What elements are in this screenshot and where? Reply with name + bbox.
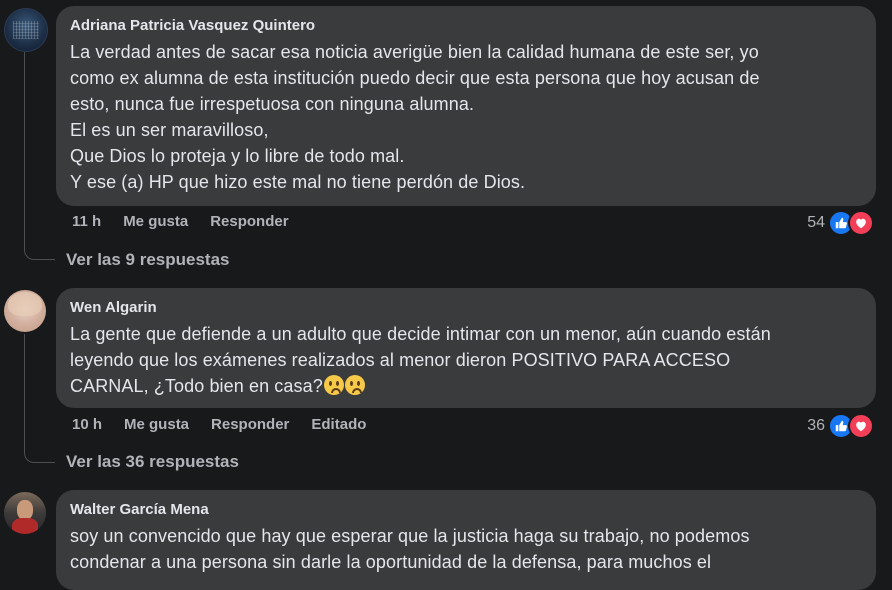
comment-line: El es un ser maravilloso, xyxy=(70,120,269,140)
comment-actions: 11 h Me gusta Responder xyxy=(72,213,289,230)
comment-line: condenar a una persona sin darle la opor… xyxy=(70,552,712,572)
thread-connector xyxy=(24,334,55,463)
timestamp[interactable]: 10 h xyxy=(72,416,102,433)
reaction-count: 36 xyxy=(807,417,825,434)
comment-line: La gente que defiende a un adulto que de… xyxy=(70,324,771,344)
comment-author[interactable]: Adriana Patricia Vasquez Quintero xyxy=(70,16,862,36)
avatar[interactable] xyxy=(4,8,48,52)
reaction-summary[interactable]: 54 xyxy=(807,210,874,236)
comment-text: La gente que defiende a un adulto que de… xyxy=(70,321,862,399)
comment-bubble: Adriana Patricia Vasquez Quintero La ver… xyxy=(56,6,876,206)
reply-button[interactable]: Responder xyxy=(211,416,289,433)
reaction-summary[interactable]: 36 xyxy=(807,413,874,439)
comment-line: como ex alumna de esta institución puedo… xyxy=(70,68,760,88)
comment-line: CARNAL, ¿Todo bien en casa? xyxy=(70,376,323,396)
heart-icon xyxy=(848,210,874,236)
comment-text: La verdad antes de sacar esa noticia ave… xyxy=(70,39,862,195)
reaction-count: 54 xyxy=(807,214,825,231)
heart-icon xyxy=(848,413,874,439)
comment-bubble: Wen Algarin La gente que defiende a un a… xyxy=(56,288,876,408)
view-replies-link[interactable]: Ver las 36 respuestas xyxy=(66,452,239,472)
comment-line: La verdad antes de sacar esa noticia ave… xyxy=(70,42,759,62)
like-button[interactable]: Me gusta xyxy=(124,416,189,433)
thread-connector xyxy=(24,52,55,260)
timestamp[interactable]: 11 h xyxy=(72,213,101,230)
like-button[interactable]: Me gusta xyxy=(123,213,188,230)
comment-line: Que Dios lo proteja y lo libre de todo m… xyxy=(70,146,405,166)
comment-line: soy un convencido que hay que esperar qu… xyxy=(70,526,750,546)
worried-face-emoji-icon xyxy=(323,375,344,395)
comment-line: Y ese (a) HP que hizo este mal no tiene … xyxy=(70,172,526,192)
avatar[interactable] xyxy=(4,492,46,534)
comment-author[interactable]: Walter García Mena xyxy=(70,500,862,520)
comment-line-with-emoji: CARNAL, ¿Todo bien en casa? xyxy=(70,373,862,399)
avatar[interactable] xyxy=(4,290,46,332)
worried-face-emoji-icon xyxy=(344,375,365,395)
comment-actions: 10 h Me gusta Responder Editado xyxy=(72,416,366,433)
edited-label[interactable]: Editado xyxy=(311,416,366,433)
comment-author[interactable]: Wen Algarin xyxy=(70,298,862,318)
comment-line: esto, nunca fue irrespetuosa con ninguna… xyxy=(70,94,475,114)
reply-button[interactable]: Responder xyxy=(210,213,288,230)
comment-text: soy un convencido que hay que esperar qu… xyxy=(70,523,862,575)
view-replies-link[interactable]: Ver las 9 respuestas xyxy=(66,250,230,270)
comment-line: leyendo que los exámenes realizados al m… xyxy=(70,350,731,370)
comment-bubble: Walter García Mena soy un convencido que… xyxy=(56,490,876,590)
